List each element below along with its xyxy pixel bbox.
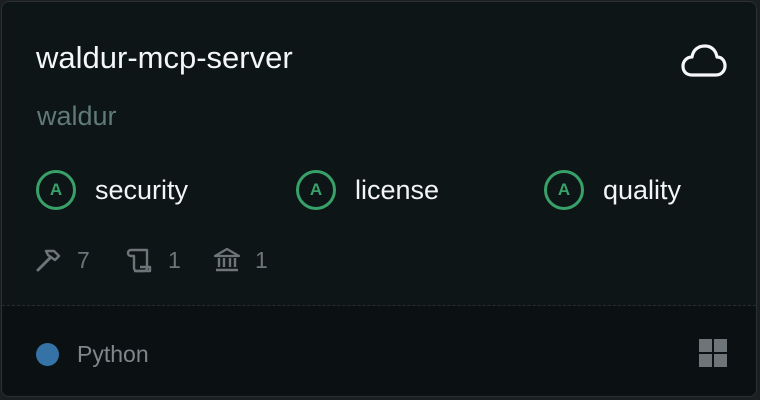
language-dot	[36, 343, 59, 366]
server-name[interactable]: waldur-mcp-server	[36, 38, 293, 78]
score-quality: A quality	[544, 168, 681, 212]
grade-badge: A	[36, 170, 76, 210]
cloud-icon	[681, 44, 727, 77]
server-owner[interactable]: waldur	[37, 99, 117, 133]
bank-icon	[213, 247, 241, 272]
score-label: security	[95, 174, 189, 205]
grade-badge: A	[296, 170, 336, 210]
grade-badge: A	[544, 170, 584, 210]
stat-scroll: 1	[126, 243, 181, 277]
language-name: Python	[77, 341, 149, 367]
stat-count: 1	[255, 246, 268, 273]
score-label: license	[355, 174, 440, 205]
stat-count: 1	[168, 246, 181, 273]
card-footer: Python	[2, 306, 756, 396]
score-security: A security	[36, 168, 188, 212]
score-label: quality	[603, 174, 682, 205]
stat-bank: 1	[213, 243, 268, 277]
score-license: A license	[296, 168, 439, 212]
stat-count: 7	[77, 246, 90, 273]
hammer-icon	[36, 249, 61, 272]
windows-icon	[699, 339, 727, 367]
scroll-icon	[126, 248, 152, 273]
server-card[interactable]: waldur-mcp-server waldur A security A li…	[1, 1, 757, 397]
stat-tools: 7	[35, 243, 90, 277]
